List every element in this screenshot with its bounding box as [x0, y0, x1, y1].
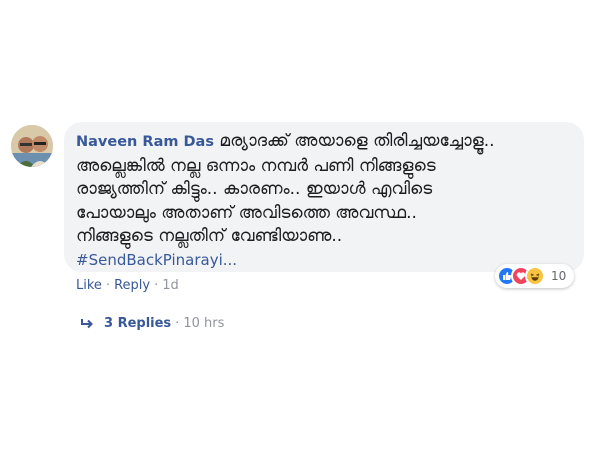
reply-button[interactable]: Reply — [114, 278, 150, 293]
comment-author[interactable]: Naveen Ram Das — [76, 134, 214, 150]
separator: · — [175, 316, 180, 331]
reply-arrow-icon — [81, 318, 93, 328]
reactions-summary[interactable]: 10 — [495, 264, 575, 288]
comment-bubble: Naveen Ram Das മര്യാദക്ക് അയാളെ തിരിച്ചയ… — [64, 122, 584, 272]
comment-body: Naveen Ram Das മര്യാദക്ക് അയാളെ തിരിച്ചയ… — [76, 130, 572, 272]
hashtag-link[interactable]: #SendBackPinarayi... — [76, 251, 237, 269]
comment-timestamp[interactable]: 1d — [162, 278, 179, 293]
reaction-count: 10 — [551, 269, 567, 283]
replies-count-link[interactable]: 3 Replies — [104, 316, 171, 331]
view-replies[interactable]: 3 Replies · 10 hrs — [80, 316, 224, 331]
haha-icon — [525, 266, 545, 286]
comment-actions: Like · Reply · 1d — [76, 278, 179, 293]
avatar[interactable] — [11, 125, 53, 167]
separator: · — [105, 278, 111, 293]
avatar-photo — [11, 125, 53, 167]
replies-timestamp: 10 hrs — [183, 316, 225, 331]
like-button[interactable]: Like — [76, 278, 102, 293]
separator: · — [154, 278, 159, 293]
